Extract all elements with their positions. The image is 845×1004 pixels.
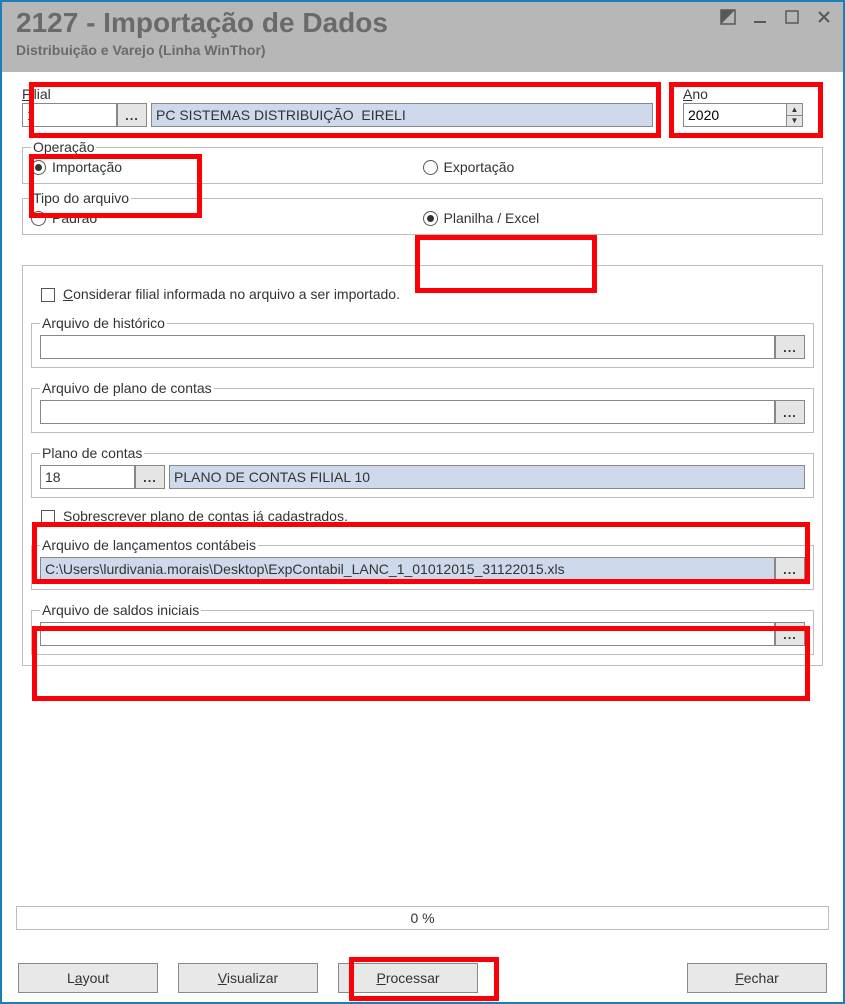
app-window: 2127 - Importação de Dados Distribuição … bbox=[0, 0, 845, 1004]
filial-desc-input[interactable] bbox=[151, 103, 653, 127]
plano-contas-desc-input[interactable] bbox=[169, 465, 805, 489]
visualizar-button[interactable]: Visualizar bbox=[178, 963, 318, 993]
title-bar: 2127 - Importação de Dados Distribuição … bbox=[2, 2, 843, 72]
arquivo-lancamentos-browse-button[interactable]: ... bbox=[775, 557, 805, 581]
radio-exportacao-label: Exportação bbox=[444, 159, 515, 175]
plano-contas-code-input[interactable] bbox=[40, 465, 135, 489]
layout-button[interactable]: Layout bbox=[18, 963, 158, 993]
radio-planilha[interactable] bbox=[423, 211, 438, 226]
chk-sobrescrever-label: Sobrescrever plano de contas já cadastra… bbox=[63, 508, 348, 524]
ano-step-down[interactable]: ▼ bbox=[787, 116, 802, 127]
chk-considerar-filial[interactable] bbox=[41, 288, 55, 302]
content-area: Filial ... Ano ▲ ▼ Opera bbox=[2, 72, 843, 938]
radio-exportacao[interactable] bbox=[423, 160, 438, 175]
tipo-arquivo-legend: Tipo do arquivo bbox=[31, 190, 131, 206]
arquivo-lancamentos-input[interactable] bbox=[40, 557, 775, 581]
radio-padrao[interactable] bbox=[31, 211, 46, 226]
window-controls bbox=[719, 8, 833, 26]
progress-bar: 0 % bbox=[16, 906, 829, 930]
processar-button[interactable]: Processar bbox=[338, 963, 478, 993]
plano-contas-legend: Plano de contas bbox=[40, 445, 144, 461]
filial-field: Filial ... bbox=[22, 86, 653, 127]
operacao-legend: Operação bbox=[31, 139, 96, 155]
filial-code-input[interactable] bbox=[22, 103, 117, 127]
plano-contas-group: Plano de contas ... bbox=[31, 445, 814, 498]
radio-padrao-label: Padrão bbox=[52, 210, 97, 226]
options-icon[interactable] bbox=[719, 8, 737, 26]
ano-spinner: ▲ ▼ bbox=[786, 104, 802, 126]
arquivo-lancamentos-legend: Arquivo de lançamentos contábeis bbox=[40, 537, 258, 553]
ano-field: Ano ▲ ▼ bbox=[683, 86, 823, 127]
arquivo-lancamentos-group: Arquivo de lançamentos contábeis ... bbox=[31, 537, 814, 590]
arquivo-plano-contas-input[interactable] bbox=[40, 400, 775, 424]
arquivo-historico-input[interactable] bbox=[40, 335, 775, 359]
maximize-icon[interactable] bbox=[783, 8, 801, 26]
arquivo-historico-legend: Arquivo de histórico bbox=[40, 315, 167, 331]
arquivo-saldos-legend: Arquivo de saldos iniciais bbox=[40, 602, 201, 618]
radio-importacao-label: Importação bbox=[52, 159, 122, 175]
ano-step-up[interactable]: ▲ bbox=[787, 104, 802, 116]
minimize-icon[interactable] bbox=[751, 8, 769, 26]
filial-label: Filial bbox=[22, 86, 653, 102]
arquivo-saldos-group: Arquivo de saldos iniciais ... bbox=[31, 602, 814, 655]
fechar-button[interactable]: Fechar bbox=[687, 963, 827, 993]
progress-label: 0 % bbox=[410, 910, 434, 926]
arquivo-historico-group: Arquivo de histórico ... bbox=[31, 315, 814, 368]
radio-planilha-label: Planilha / Excel bbox=[444, 210, 540, 226]
arquivo-saldos-browse-button[interactable]: ... bbox=[775, 622, 805, 646]
arquivo-plano-contas-group: Arquivo de plano de contas ... bbox=[31, 380, 814, 433]
chk-considerar-filial-label: Considerar filial informada no arquivo a… bbox=[63, 286, 400, 302]
window-title: 2127 - Importação de Dados bbox=[16, 4, 829, 40]
options-panel: Considerar filial informada no arquivo a… bbox=[22, 265, 823, 666]
arquivo-historico-browse-button[interactable]: ... bbox=[775, 335, 805, 359]
chk-sobrescrever[interactable] bbox=[41, 510, 55, 524]
ano-input[interactable] bbox=[683, 103, 803, 127]
ano-label: Ano bbox=[683, 86, 823, 102]
tipo-arquivo-group: Tipo do arquivo Padrão Planilha / Excel bbox=[22, 190, 823, 235]
operacao-group: Operação Importação Exportação bbox=[22, 139, 823, 184]
arquivo-plano-contas-browse-button[interactable]: ... bbox=[775, 400, 805, 424]
close-icon[interactable] bbox=[815, 8, 833, 26]
arquivo-plano-contas-legend: Arquivo de plano de contas bbox=[40, 380, 214, 396]
filial-lookup-button[interactable]: ... bbox=[117, 103, 147, 127]
arquivo-saldos-input[interactable] bbox=[40, 622, 775, 646]
radio-importacao[interactable] bbox=[31, 160, 46, 175]
window-subtitle: Distribuição e Varejo (Linha WinThor) bbox=[16, 40, 829, 58]
bottom-toolbar: Layout Visualizar Processar Fechar bbox=[4, 956, 841, 1000]
plano-contas-lookup-button[interactable]: ... bbox=[135, 465, 165, 489]
